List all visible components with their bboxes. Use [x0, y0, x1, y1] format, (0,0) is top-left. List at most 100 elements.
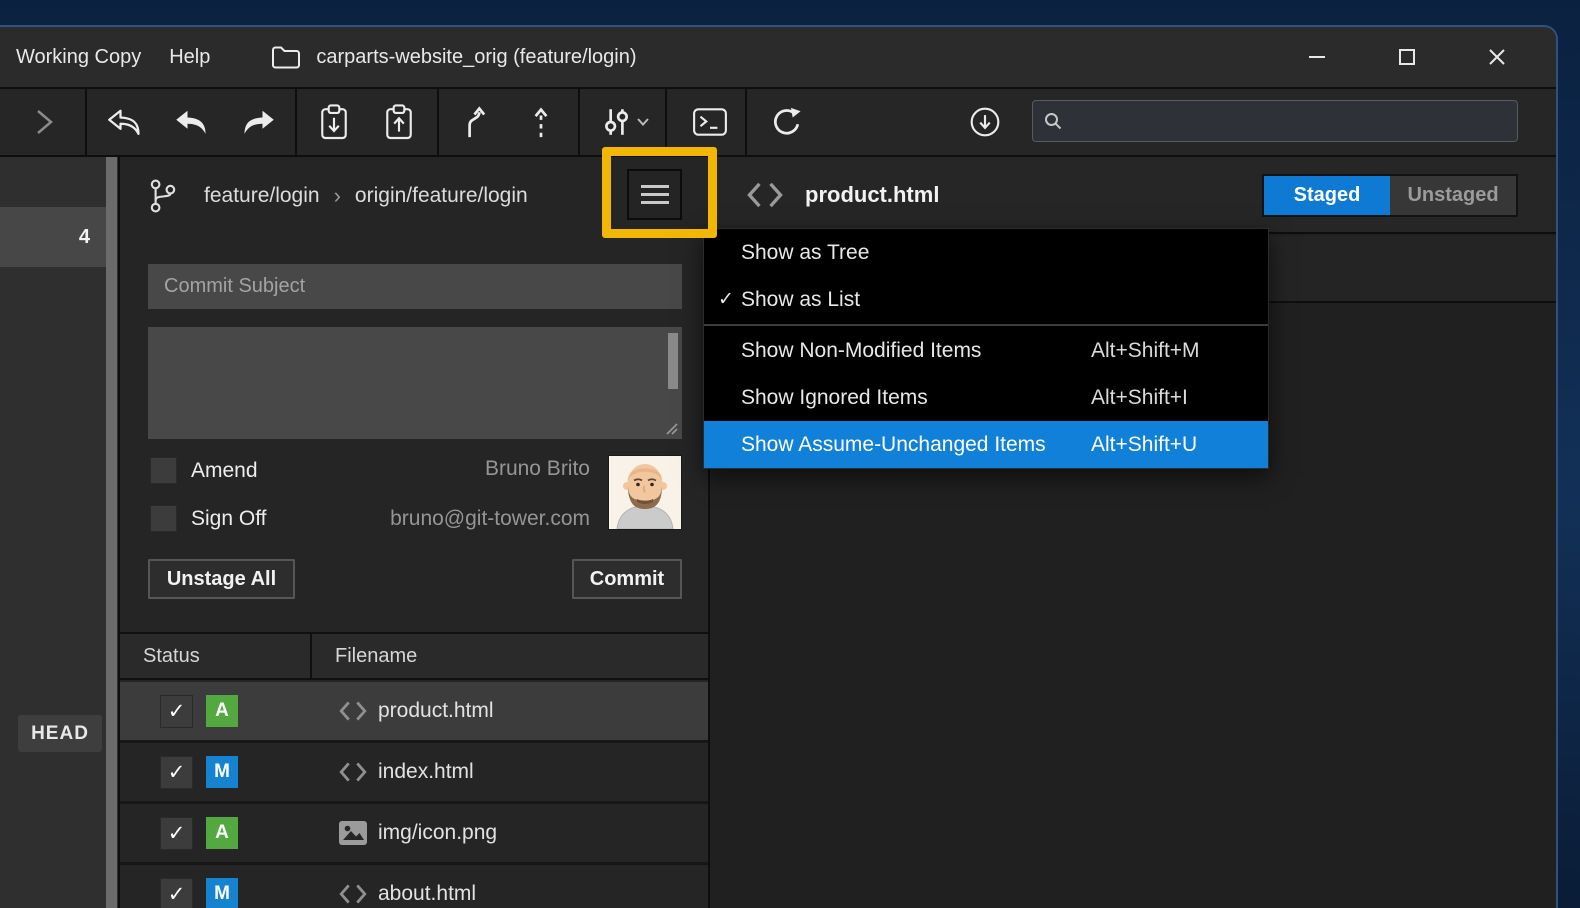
- folder-icon: [270, 44, 302, 70]
- working-copy-panel: feature/login › origin/feature/login: [120, 157, 710, 908]
- close-button[interactable]: [1474, 34, 1520, 80]
- code-file-icon: [338, 759, 368, 785]
- commit-button[interactable]: Commit: [572, 559, 682, 599]
- repo-chip: carparts-website_orig (feature/login): [270, 44, 636, 70]
- branch-separator: ›: [334, 183, 341, 209]
- changed-files-count: 4: [79, 226, 90, 249]
- toolbar: [0, 87, 1556, 157]
- pull-button[interactable]: [169, 89, 215, 155]
- menu-item-show-as-list[interactable]: ✓ Show as List: [704, 276, 1268, 323]
- commit-message-textarea[interactable]: [148, 327, 682, 439]
- search-icon: [1043, 111, 1063, 131]
- expand-sidebar-button[interactable]: [22, 89, 68, 155]
- check-icon: ✓: [168, 760, 186, 785]
- menu-check-icon: ✓: [714, 288, 738, 311]
- menu-item-show-assume-unchanged[interactable]: ✓ Show Assume-Unchanged Items Alt+Shift+…: [704, 421, 1268, 468]
- terminal-button[interactable]: [687, 89, 733, 155]
- stage-checkbox[interactable]: ✓: [160, 756, 193, 789]
- maximize-button[interactable]: [1384, 34, 1430, 80]
- file-list: ✓ A product.html ✓: [120, 682, 708, 908]
- rebase-button[interactable]: [518, 89, 564, 155]
- staged-unstaged-toggle: Staged Unstaged: [1262, 174, 1518, 217]
- file-row-icon-png[interactable]: ✓ A img/icon.png: [120, 804, 708, 865]
- workflow-menu-button[interactable]: [596, 89, 654, 155]
- diff-panel-header: product.html Staged Unstaged: [710, 157, 1556, 234]
- code-file-icon: [745, 179, 785, 211]
- signoff-row: ✓ Sign Off: [150, 505, 267, 532]
- view-options-button[interactable]: [627, 169, 682, 220]
- view-options-menu: ✓ Show as Tree ✓ Show as List ✓ Show Non…: [703, 228, 1269, 469]
- avatar: [608, 455, 682, 530]
- check-icon: ✓: [168, 821, 186, 846]
- column-divider[interactable]: [310, 634, 312, 678]
- tab-unstaged[interactable]: Unstaged: [1390, 176, 1516, 215]
- sidebar-scrollbar[interactable]: [106, 157, 117, 908]
- git-branch-icon: [148, 177, 178, 215]
- menu-item-show-as-tree[interactable]: ✓ Show as Tree: [704, 229, 1268, 276]
- stage-checkbox[interactable]: ✓: [160, 878, 193, 908]
- local-branch-label[interactable]: feature/login: [204, 184, 320, 208]
- status-badge: M: [206, 756, 238, 788]
- merge-button[interactable]: [452, 89, 498, 155]
- status-badge: M: [206, 878, 238, 908]
- stage-checkbox[interactable]: ✓: [160, 695, 193, 728]
- file-row-index[interactable]: ✓ M index.html: [120, 743, 708, 804]
- amend-label: Amend: [191, 459, 258, 483]
- amend-checkbox[interactable]: ✓: [150, 457, 177, 484]
- menu-divider: [704, 324, 1268, 326]
- file-name: about.html: [378, 882, 476, 906]
- working-copy-row[interactable]: 4: [0, 207, 106, 267]
- check-icon: ✓: [168, 882, 186, 907]
- diff-file-name: product.html: [805, 182, 939, 208]
- menu-item-label: Show as Tree: [741, 241, 869, 265]
- commit-subject-input[interactable]: [148, 264, 682, 309]
- titlebar: Working Copy Help carparts-website_orig …: [0, 27, 1556, 87]
- file-row-product[interactable]: ✓ A product.html: [120, 682, 708, 743]
- tab-staged[interactable]: Staged: [1264, 176, 1390, 215]
- refresh-button[interactable]: [764, 89, 810, 155]
- menu-item-shortcut: Alt+Shift+U: [1091, 433, 1197, 457]
- minimize-button[interactable]: [1294, 34, 1340, 80]
- resize-handle[interactable]: [663, 420, 679, 436]
- column-filename[interactable]: Filename: [310, 645, 417, 668]
- signoff-label: Sign Off: [191, 507, 267, 531]
- search-box: [1032, 100, 1518, 142]
- check-icon: ✓: [168, 699, 186, 724]
- menu-item-label: Show Non-Modified Items: [741, 339, 981, 363]
- signoff-checkbox[interactable]: ✓: [150, 505, 177, 532]
- column-status[interactable]: Status: [120, 645, 310, 668]
- search-input[interactable]: [1071, 111, 1507, 132]
- download-button[interactable]: [962, 89, 1008, 155]
- unstage-all-button[interactable]: Unstage All: [148, 559, 295, 599]
- fetch-button[interactable]: [102, 89, 148, 155]
- branch-bar: feature/login › origin/feature/login: [120, 157, 708, 234]
- menu-item-shortcut: Alt+Shift+M: [1091, 339, 1200, 363]
- image-file-icon: [338, 820, 368, 846]
- repo-title: carparts-website_orig (feature/login): [316, 46, 636, 69]
- status-badge: A: [206, 695, 238, 727]
- menu-working-copy[interactable]: Working Copy: [0, 27, 155, 87]
- push-button[interactable]: [235, 89, 281, 155]
- amend-row: ✓ Amend: [150, 457, 258, 484]
- stage-checkbox[interactable]: ✓: [160, 817, 193, 850]
- menu-item-label: Show as List: [741, 288, 860, 312]
- remote-branch-label[interactable]: origin/feature/login: [355, 184, 528, 208]
- status-badge: A: [206, 817, 238, 849]
- file-name: img/icon.png: [378, 821, 497, 845]
- chevron-down-icon: [636, 117, 650, 127]
- textarea-scrollbar[interactable]: [668, 333, 678, 389]
- file-name: index.html: [378, 760, 474, 784]
- stash-save-button[interactable]: [311, 89, 357, 155]
- author-email: bruno@git-tower.com: [320, 507, 590, 531]
- file-table-header: Status Filename: [120, 632, 708, 680]
- file-row-about[interactable]: ✓ M about.html: [120, 865, 708, 908]
- code-file-icon: [338, 881, 368, 907]
- head-badge[interactable]: HEAD: [18, 715, 102, 752]
- author-name: Bruno Brito: [350, 457, 590, 481]
- menu-item-show-non-modified[interactable]: ✓ Show Non-Modified Items Alt+Shift+M: [704, 327, 1268, 374]
- menu-item-label: Show Ignored Items: [741, 386, 928, 410]
- menu-help[interactable]: Help: [155, 27, 224, 87]
- stash-pop-button[interactable]: [376, 89, 422, 155]
- menu-item-show-ignored[interactable]: ✓ Show Ignored Items Alt+Shift+I: [704, 374, 1268, 421]
- code-file-icon: [338, 698, 368, 724]
